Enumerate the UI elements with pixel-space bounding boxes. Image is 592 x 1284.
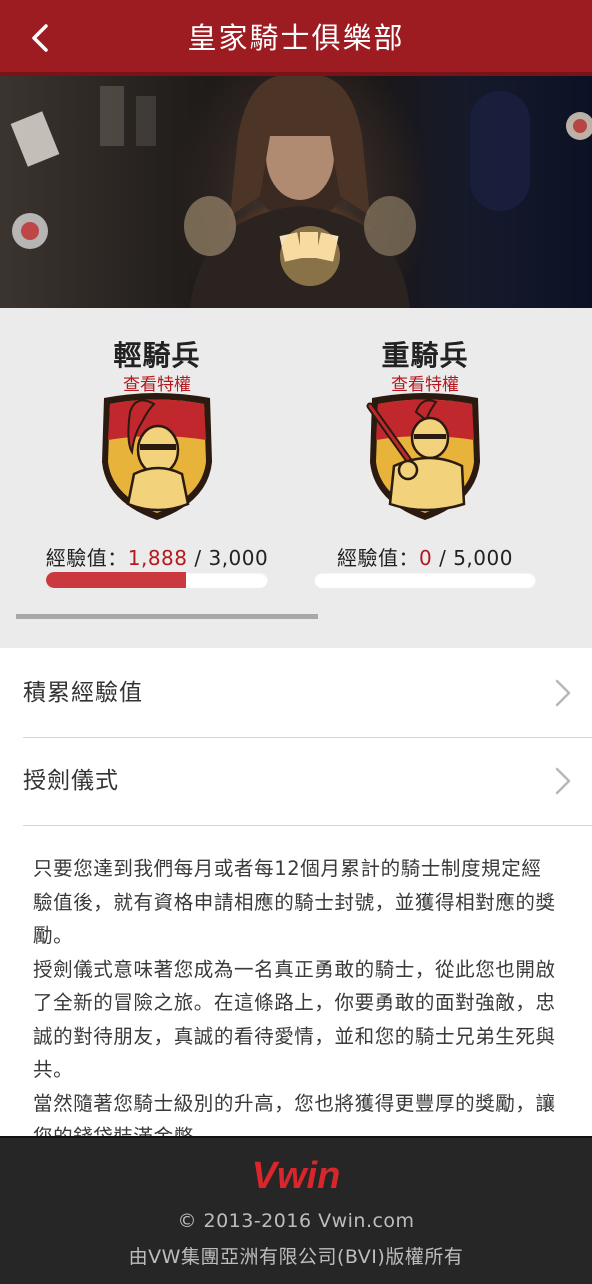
experience-label: 經驗值： [337,546,420,570]
logo-text: Vwin [252,1155,341,1196]
heavy-cavalry-crest-icon [366,393,480,520]
experience-progress-bar [46,572,268,588]
menu-row-label: 積累經驗值 [23,680,143,706]
rights-text: 由VW集團亞洲有限公司(BVI)版權所有 [128,1246,464,1268]
experience-label: 經驗值： [45,546,128,570]
experience-progress-fill [46,572,186,588]
experience-progress-bar [314,572,536,588]
page-title: 皇家騎士俱樂部 [187,21,405,55]
chevron-right-icon [555,679,571,707]
experience-max: 5,000 [453,546,513,570]
description-paragraph: 只要您達到我們每月或者每12個月累計的騎士制度規定經驗值後，就有資格申請相應的騎… [33,857,556,947]
vwin-logo-icon: Vwin [252,1155,341,1197]
brand-logo: Vwin [0,1152,592,1200]
knight-banner-illustration [10,76,592,308]
chevron-right-icon [555,767,571,795]
active-rank-indicator [16,614,318,619]
experience-current: 1,888 [127,546,188,570]
experience-readout: 經驗值：1,888 / 3,000 [45,546,269,570]
menu-row-sword-ceremony[interactable]: 授劍儀式 [23,737,592,826]
hero-banner [0,76,592,308]
menu-row-accumulate-experience[interactable]: 積累經驗值 [23,649,592,738]
description-paragraph: 授劍儀式意味著您成為一名真正勇敢的騎士，從此您也開啟了全新的冒險之旅。在這條路上… [33,957,556,1082]
light-cavalry-crest-icon [102,393,212,520]
description-paragraph: 當然隨著您騎士級別的升高，您也將獲得更豐厚的獎勵，讓您的錢袋裝滿金幣。 [33,1091,556,1137]
menu-row-label: 授劍儀式 [23,768,119,794]
app-header: 皇家騎士俱樂部 [0,0,592,76]
description-text: 只要您達到我們每月或者每12個月累計的騎士制度規定經驗值後，就有資格申請相應的騎… [33,852,561,1136]
experience-current: 0 [419,546,433,570]
rank-name: 重騎兵 [381,339,469,372]
experience-readout: 經驗值：0 / 5,000 [337,546,513,570]
experience-max: 3,000 [208,546,269,570]
page-footer: Vwin © 2013-2016 Vwin.com 由VW集團亞洲有限公司(BV… [0,1136,592,1284]
rank-name: 輕騎兵 [113,339,201,372]
rank-panel: 輕騎兵 查看特權 經驗值：1,888 / 3,000 重騎兵 查看特權 經驗值：… [0,308,592,648]
copyright-text: © 2013-2016 Vwin.com [177,1210,415,1232]
